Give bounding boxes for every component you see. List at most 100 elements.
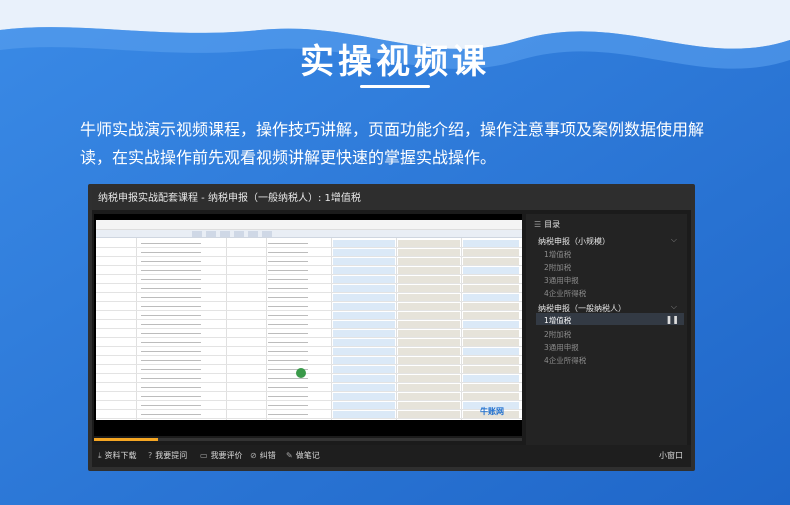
sheet-cell [141,378,201,379]
sheet-cell [398,258,460,265]
sheet-row [96,329,522,338]
sheet-tab [206,231,216,237]
sheet-cell [141,360,201,361]
sheet-cell [463,348,519,355]
question-icon: ? [148,451,153,460]
sheet-row [96,383,522,392]
list-icon: ☰ [534,220,542,229]
sheet-cell [268,306,308,307]
sheet-cell [333,402,395,409]
sheet-cell [141,297,201,298]
catalog-item[interactable]: 4企业所得税 [544,288,586,299]
chevron-down-icon[interactable]: ⌵ [671,302,677,312]
sheet-row [96,257,522,266]
sheet-cell [398,240,460,247]
sheet-cell [333,321,395,328]
sheet-cell [333,384,395,391]
sheet-cell [268,405,308,406]
pause-icon[interactable]: ❚❚ [666,315,679,324]
sheet-cell [268,270,308,271]
sheet-cell [398,294,460,301]
sheet-row [96,248,522,257]
catalog-item[interactable]: 1增值税 [544,249,571,260]
sheet-row [96,275,522,284]
sheet-cell [463,357,519,364]
sheet-cell [463,267,519,274]
catalog-item[interactable]: 2附加税 [544,329,571,340]
video-area[interactable]: 牛账网 [94,214,522,436]
catalog-heading-label: 目录 [544,220,561,229]
sheet-cell [268,315,308,316]
sheet-logo: 牛账网 [480,407,504,416]
sheet-row [96,347,522,356]
section-title-small-scale[interactable]: 纳税申报（小规模） [538,236,610,247]
chevron-down-icon[interactable]: ⌵ [671,235,677,245]
sheet-cell [141,396,201,397]
progress-bar[interactable] [94,438,522,441]
progress-fill [94,438,159,441]
sheet-cell [141,315,201,316]
catalog-item[interactable]: 2附加税 [544,262,571,273]
sheet-cell [333,258,395,265]
note-button[interactable]: ✎ 做笔记 [286,445,320,467]
sheet-cell [333,240,395,247]
sheet-cell [141,342,201,343]
sheet-row [96,320,522,329]
catalog-item[interactable]: 3通用申报 [544,342,579,353]
sheet-cell [463,285,519,292]
sheet-cell [333,411,395,418]
sheet-tab [192,231,202,237]
sheet-cell [268,351,308,352]
sheet-row [96,311,522,320]
sheet-cell [141,414,201,415]
sheet-cell [141,252,201,253]
catalog-item[interactable]: 4企业所得税 [544,355,586,366]
catalog-item[interactable]: 3通用申报 [544,275,579,286]
download-icon: ⤓ [98,451,102,460]
sheet-cell [398,375,460,382]
error-button[interactable]: ⊘ 纠错 [250,445,276,467]
sheet-cell [141,288,201,289]
sheet-cell [398,393,460,400]
sheet-cell [398,267,460,274]
review-button[interactable]: ▭ 我要评价 [200,445,243,467]
sheet-cell [141,333,201,334]
review-label: 我要评价 [210,451,243,460]
sheet-cell [463,294,519,301]
sheet-cell [268,333,308,334]
sheet-cell [333,276,395,283]
cursor-marker [296,368,306,378]
sheet-cell [333,348,395,355]
sheet-row [96,392,522,401]
sheet-cell [463,393,519,400]
sheet-cell [398,411,460,418]
sheet-cell [333,267,395,274]
sheet-cell [463,375,519,382]
ask-button[interactable]: ? 我要提问 [148,445,187,467]
sheet-address-bar [96,220,522,230]
sheet-cell [141,387,201,388]
sheet-cell [463,240,519,247]
sheet-row [96,356,522,365]
sheet-row [96,284,522,293]
catalog-item-active[interactable]: 1增值税 [544,315,571,326]
download-button[interactable]: ⤓ 资料下载 [98,445,137,467]
sheet-cell [333,357,395,364]
error-label: 纠错 [259,451,276,460]
mini-window-button[interactable]: 小窗口 [659,445,683,467]
sheet-cell [268,414,308,415]
sheet-cell [398,276,460,283]
sheet-cell [463,258,519,265]
sheet-cell [398,249,460,256]
sheet-cell [398,303,460,310]
sheet-cell [463,330,519,337]
sheet-tab [234,231,244,237]
sheet-row [96,293,522,302]
sheet-cell [398,402,460,409]
sheet-row [96,266,522,275]
sheet-tab [262,231,272,237]
sheet-cell [268,342,308,343]
sheet-cell [268,279,308,280]
comment-icon: ▭ [200,451,208,460]
sheet-cell [333,393,395,400]
